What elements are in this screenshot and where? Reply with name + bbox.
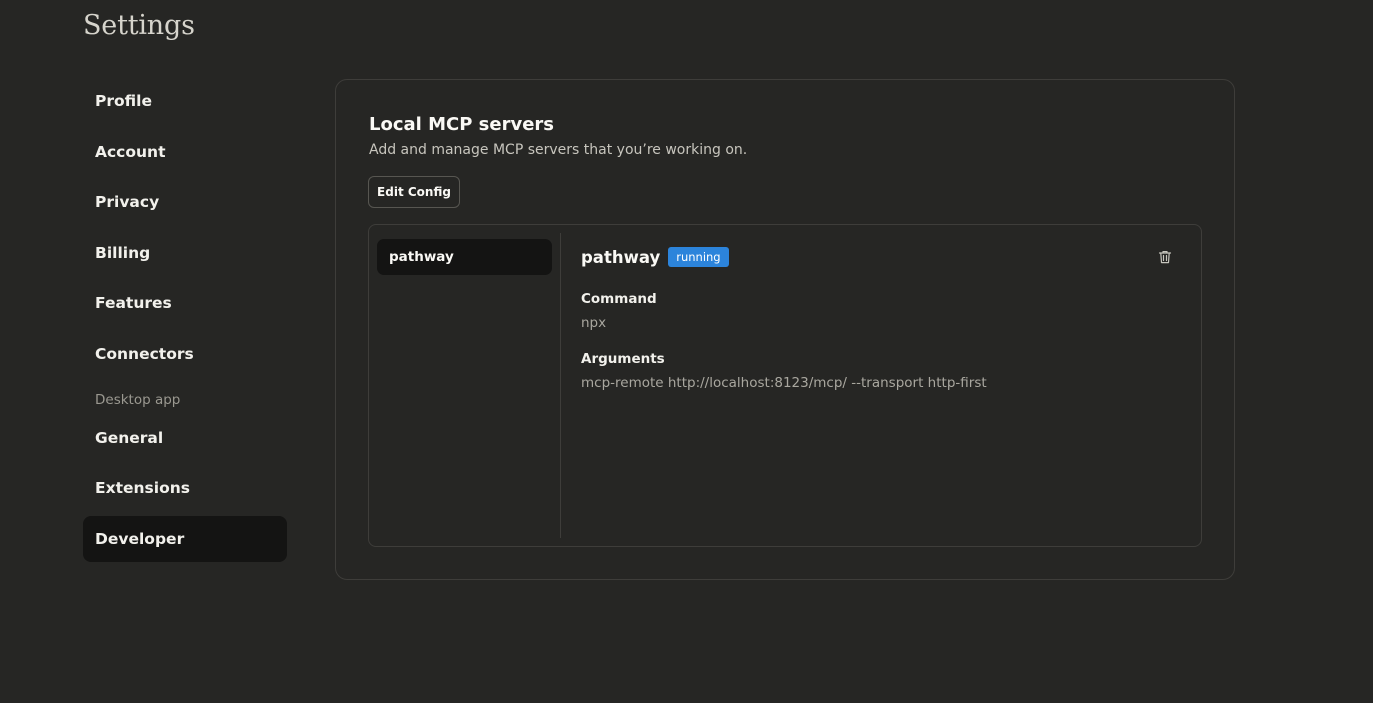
command-value: npx xyxy=(581,315,607,331)
sidebar-item-privacy[interactable]: Privacy xyxy=(83,179,287,225)
panel-divider xyxy=(560,233,561,538)
section-title: Local MCP servers xyxy=(369,114,555,135)
arguments-label: Arguments xyxy=(581,351,665,367)
server-detail: pathway running Command npx Arguments mc… xyxy=(581,225,1201,546)
sidebar-item-features[interactable]: Features xyxy=(83,280,287,326)
trash-icon[interactable] xyxy=(1157,249,1173,265)
page-title: Settings xyxy=(83,10,195,41)
mcp-servers-card: Local MCP servers Add and manage MCP ser… xyxy=(335,79,1235,580)
server-detail-header: pathway running xyxy=(581,247,729,267)
sidebar-section-desktop-app: Desktop app xyxy=(95,391,181,408)
edit-config-button[interactable]: Edit Config xyxy=(368,176,460,208)
sidebar-item-profile[interactable]: Profile xyxy=(83,78,287,124)
sidebar-item-extensions[interactable]: Extensions xyxy=(83,465,287,511)
server-list: pathway xyxy=(369,225,561,546)
sidebar-item-account[interactable]: Account xyxy=(83,129,287,175)
command-label: Command xyxy=(581,291,657,307)
sidebar-item-connectors[interactable]: Connectors xyxy=(83,331,287,377)
status-badge: running xyxy=(668,247,729,267)
settings-sidebar: Profile Account Privacy Billing Features… xyxy=(83,78,287,566)
section-description: Add and manage MCP servers that you’re w… xyxy=(369,142,748,158)
sidebar-item-developer[interactable]: Developer xyxy=(83,515,287,562)
servers-panel: pathway pathway running Command npx Argu… xyxy=(368,224,1202,547)
arguments-value: mcp-remote http://localhost:8123/mcp/ --… xyxy=(581,375,987,391)
sidebar-item-billing[interactable]: Billing xyxy=(83,230,287,276)
server-name: pathway xyxy=(581,247,661,267)
sidebar-item-general[interactable]: General xyxy=(83,415,287,461)
server-list-item[interactable]: pathway xyxy=(377,239,552,275)
